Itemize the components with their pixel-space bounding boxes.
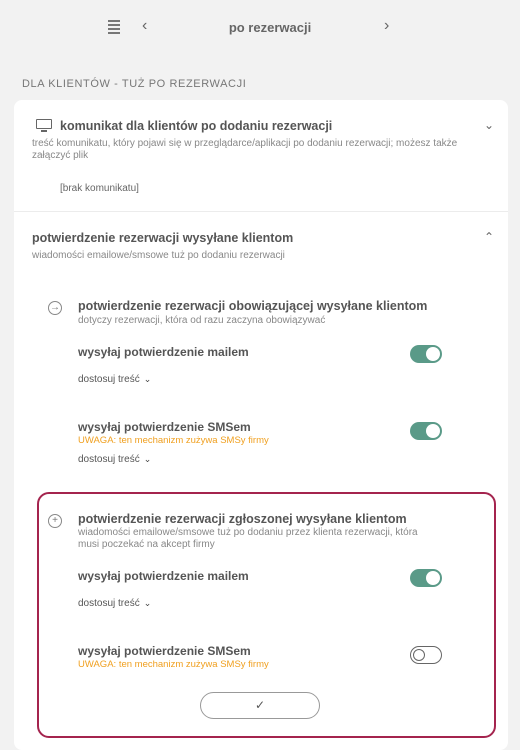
top-bar: ‹ po rezerwacji › <box>0 0 520 58</box>
chevron-down-icon[interactable]: ⌄ <box>484 118 494 132</box>
previous-arrow-icon[interactable]: ‹ <box>142 17 147 35</box>
message-block[interactable]: komunikat dla klientów po dodaniu rezerw… <box>14 100 508 212</box>
binding-confirmation-title: potwierdzenie rezerwacji obowiązującej w… <box>78 299 428 313</box>
page-title: po rezerwacji <box>228 20 312 35</box>
arrow-right-circle-icon: → <box>48 301 62 315</box>
chevron-up-icon[interactable]: ⌃ <box>484 230 494 244</box>
binding-sms-warning: UWAGA: ten mechanizm zużywa SMSy firmy <box>78 435 269 446</box>
list-icon[interactable] <box>108 20 120 34</box>
chevron-down-icon: ⌄ <box>143 374 152 384</box>
section-header: DLA KLIENTÓW - TUŻ PO REZERWACJI <box>22 78 247 90</box>
binding-email-customize[interactable]: dostosuj treść ⌄ <box>78 374 151 385</box>
monitor-icon <box>36 119 52 133</box>
binding-sms-toggle[interactable] <box>410 422 442 440</box>
confirm-button[interactable]: ✓ <box>200 692 320 719</box>
binding-email-label: wysyłaj potwierdzenie mailem <box>78 345 249 359</box>
confirmation-block-description: wiadomości emailowe/smsowe tuż po dodani… <box>32 250 285 261</box>
next-arrow-icon[interactable]: › <box>384 17 389 35</box>
binding-sms-customize[interactable]: dostosuj treść ⌄ <box>78 454 151 465</box>
binding-sms-label: wysyłaj potwierdzenie SMSem <box>78 420 251 434</box>
chevron-down-icon: ⌄ <box>143 454 152 464</box>
checkmark-icon: ✓ <box>254 698 266 712</box>
binding-email-toggle[interactable] <box>410 345 442 363</box>
message-block-title: komunikat dla klientów po dodaniu rezerw… <box>60 119 333 133</box>
message-value: [brak komunikatu] <box>60 183 139 194</box>
message-block-description: treść komunikatu, który pojawi się w prz… <box>32 138 458 161</box>
binding-confirmation-description: dotyczy rezerwacji, która od razu zaczyn… <box>78 315 326 326</box>
confirmation-block-title[interactable]: potwierdzenie rezerwacji wysyłane klient… <box>32 231 293 245</box>
